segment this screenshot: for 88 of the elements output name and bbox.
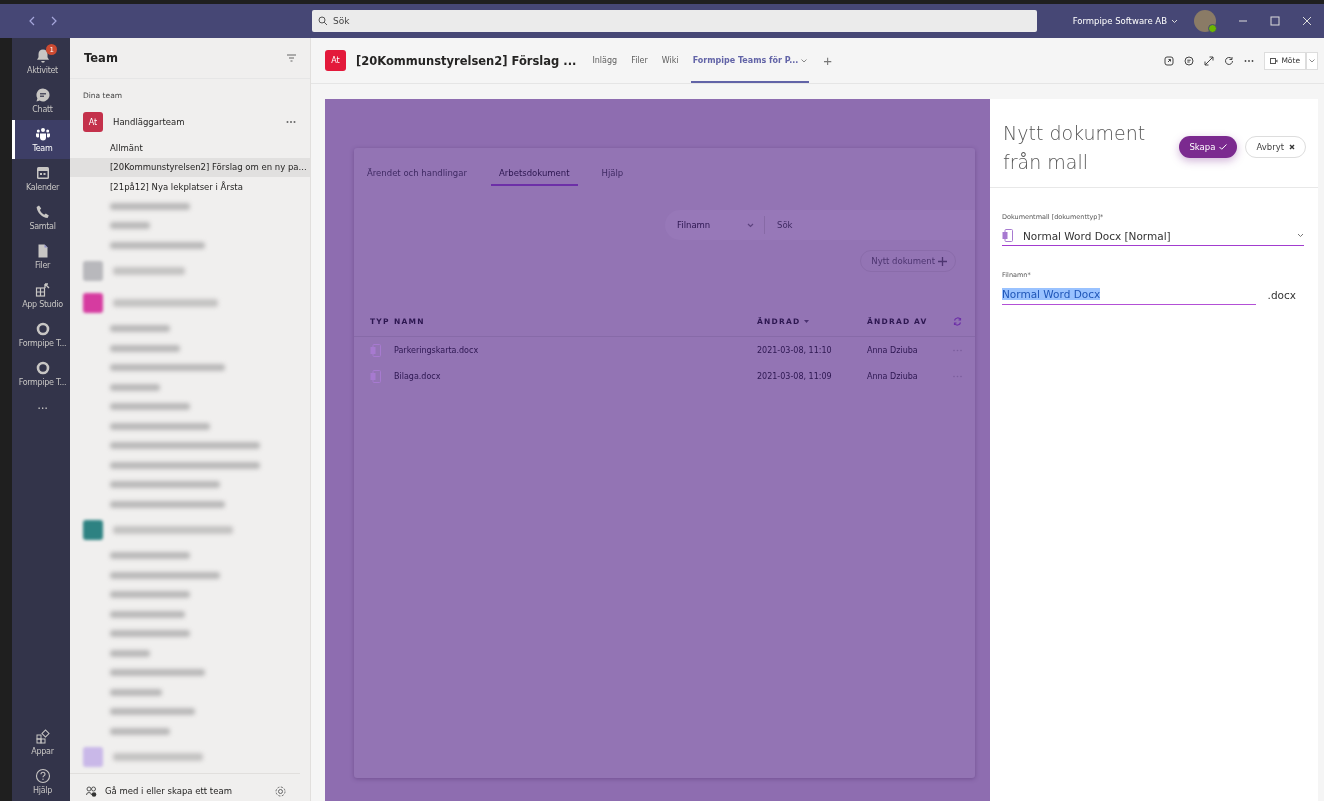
search-field[interactable]: Sök — [312, 10, 1037, 32]
help-icon[interactable] — [34, 768, 51, 784]
channel-item[interactable]: [20Kommunstyrelsen2] Förslag om en ny pa... — [70, 157, 310, 177]
rail-button[interactable]: App Studio — [12, 276, 70, 315]
people-icon — [86, 785, 97, 797]
rail-button[interactable]: Samtal — [12, 198, 70, 237]
team-avatar: At — [325, 50, 346, 71]
channel-title: [20Kommunstyrelsen2] Förslag ... — [356, 53, 577, 68]
refresh-icon[interactable] — [1224, 55, 1235, 66]
rail-button[interactable]: Filer — [12, 237, 70, 276]
avatar-placeholder[interactable] — [1194, 10, 1216, 32]
rail-button[interactable]: Kalender — [12, 159, 70, 198]
blurred-text — [110, 344, 180, 352]
expand-icon[interactable] — [1204, 55, 1215, 66]
word-document-icon — [1002, 229, 1013, 242]
blurred-text — [110, 383, 160, 391]
settings-icon[interactable] — [275, 785, 286, 797]
calendar-icon[interactable] — [34, 165, 51, 181]
table-cell: 2021-03-08, 11:09 — [757, 363, 867, 389]
rail-button[interactable]: Hjälp — [12, 762, 70, 801]
channel-tab[interactable]: Inlägg — [590, 38, 620, 83]
table-cell: Anna Dziuba — [867, 363, 953, 389]
ring-icon[interactable] — [34, 321, 51, 337]
file-extension: .docx — [1267, 289, 1297, 303]
blurred-text — [113, 267, 185, 275]
phone-icon[interactable] — [34, 204, 51, 220]
chevron-down-icon — [1297, 233, 1304, 238]
table-cell: 2021-03-08, 11:10 — [757, 336, 867, 363]
team-avatar[interactable]: At — [83, 112, 103, 132]
team-icon[interactable] — [34, 126, 51, 142]
channel-tab[interactable]: Wiki — [659, 38, 681, 83]
organization-switcher[interactable]: Formpipe Software AB — [1072, 16, 1178, 26]
channel-tab[interactable]: Filer — [629, 38, 650, 83]
rail-button[interactable]: Chatt — [12, 81, 70, 120]
ring-icon[interactable] — [34, 360, 51, 376]
channel-tab[interactable]: Formpipe Teams för P... — [690, 38, 810, 83]
maximize-icon[interactable] — [1270, 16, 1280, 26]
table-cell: Bilaga.docx — [394, 363, 757, 389]
channel-item[interactable]: Allmänt — [70, 138, 310, 158]
blurred-text — [110, 649, 150, 657]
cancel-button[interactable]: Avbryt — [1245, 136, 1306, 158]
table-cell: Anna Dziuba — [867, 336, 953, 363]
chevron-down-icon — [1309, 58, 1315, 63]
template-dropdown[interactable]: Normal Word Docx [Normal] — [1002, 226, 1304, 246]
search-icon — [318, 16, 328, 26]
channel-item[interactable]: [21på12] Nya lekplatser i Årsta — [70, 177, 310, 197]
panel-title: Team — [84, 51, 118, 65]
word-document-icon — [370, 343, 381, 357]
chevron-down-icon — [747, 222, 754, 228]
sort-down-icon — [804, 319, 810, 323]
apps-icon[interactable] — [34, 729, 51, 745]
app-tab[interactable]: Arbetsdokument — [490, 168, 578, 186]
bell-icon[interactable] — [34, 48, 51, 64]
video-camera-icon — [1270, 57, 1279, 64]
blurred-text — [110, 222, 150, 230]
join-team-link[interactable]: Gå med i eller skapa ett team — [105, 786, 267, 796]
blurred-text — [110, 325, 170, 333]
rail-button[interactable]: Team — [12, 120, 70, 159]
chevron-down-icon — [1171, 18, 1178, 24]
blurred-text — [110, 688, 162, 696]
status-dot — [1208, 24, 1217, 33]
rail-button[interactable]: Formpipe T... — [12, 315, 70, 354]
close-icon — [1289, 144, 1295, 150]
chat-icon[interactable] — [1184, 55, 1195, 66]
blurred-text — [110, 727, 170, 735]
check-icon — [1219, 144, 1228, 150]
app-studio-icon[interactable] — [34, 282, 51, 298]
team-name[interactable]: Handläggarteam — [113, 117, 276, 127]
table-cell: Parkeringskarta.docx — [394, 336, 757, 363]
chat-icon[interactable] — [34, 87, 51, 103]
chevron-down-icon — [801, 58, 808, 63]
rail-button[interactable]: ... — [12, 393, 70, 417]
word-document-icon — [370, 369, 381, 383]
add-tab-button[interactable]: + — [819, 52, 837, 69]
more-icon[interactable] — [1244, 58, 1255, 63]
filter-dropdown[interactable]: Filnamn — [665, 216, 765, 234]
search-placeholder: Sök — [333, 16, 350, 26]
popout-icon[interactable] — [1164, 55, 1175, 66]
plus-icon — [938, 256, 947, 266]
create-button[interactable]: Skapa — [1179, 136, 1238, 158]
rail-button[interactable]: Appar — [12, 723, 70, 762]
search-placeholder: Sök — [776, 220, 794, 230]
panel-title: Nytt dokument från mall — [1003, 121, 1147, 175]
rail-button[interactable]: Formpipe T... — [12, 354, 70, 393]
more-icon[interactable] — [286, 120, 296, 124]
filename-field[interactable]: Normal Word Docx — [1002, 284, 1256, 305]
search-bar[interactable]: Filnamn Sök — [665, 210, 975, 240]
close-icon[interactable] — [1302, 16, 1312, 26]
